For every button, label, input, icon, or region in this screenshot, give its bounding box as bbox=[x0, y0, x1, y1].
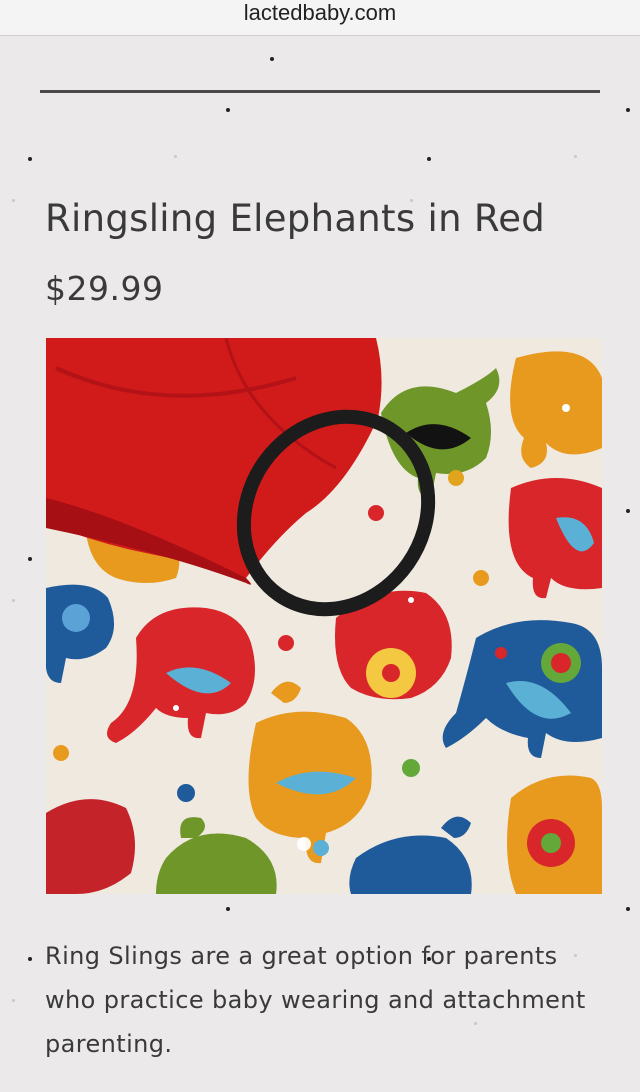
carousel-indicator bbox=[297, 837, 311, 851]
speckle bbox=[270, 57, 274, 61]
product-photo[interactable] bbox=[46, 338, 602, 894]
product-description: Ring Slings are a great option for paren… bbox=[45, 942, 586, 1058]
speckle bbox=[28, 557, 32, 561]
speckle bbox=[12, 599, 15, 602]
speckle bbox=[226, 907, 230, 911]
product-title: Ringsling Elephants in Red bbox=[45, 197, 546, 240]
speckle bbox=[12, 999, 15, 1002]
product-price: $29.99 bbox=[45, 269, 164, 308]
speckle bbox=[174, 155, 177, 158]
url-text: lactedbaby.com bbox=[243, 0, 397, 25]
speckle bbox=[626, 108, 630, 112]
elephant-red-bottom-left bbox=[46, 799, 135, 894]
speckle bbox=[574, 155, 577, 158]
address-bar[interactable]: lactedbaby.com bbox=[0, 0, 640, 36]
speckle bbox=[226, 108, 230, 112]
divider-line bbox=[40, 90, 600, 93]
speckle bbox=[28, 957, 32, 961]
speckle bbox=[28, 157, 32, 161]
speckle bbox=[12, 199, 15, 202]
product-page: Ringsling Elephants in Red $29.99 Ring S… bbox=[0, 37, 640, 1092]
speckle bbox=[427, 157, 431, 161]
speckle bbox=[626, 907, 630, 911]
sling-fabric-illustration bbox=[46, 338, 602, 894]
elephant-orange-bottom-right bbox=[507, 775, 602, 894]
speckle bbox=[626, 509, 630, 513]
